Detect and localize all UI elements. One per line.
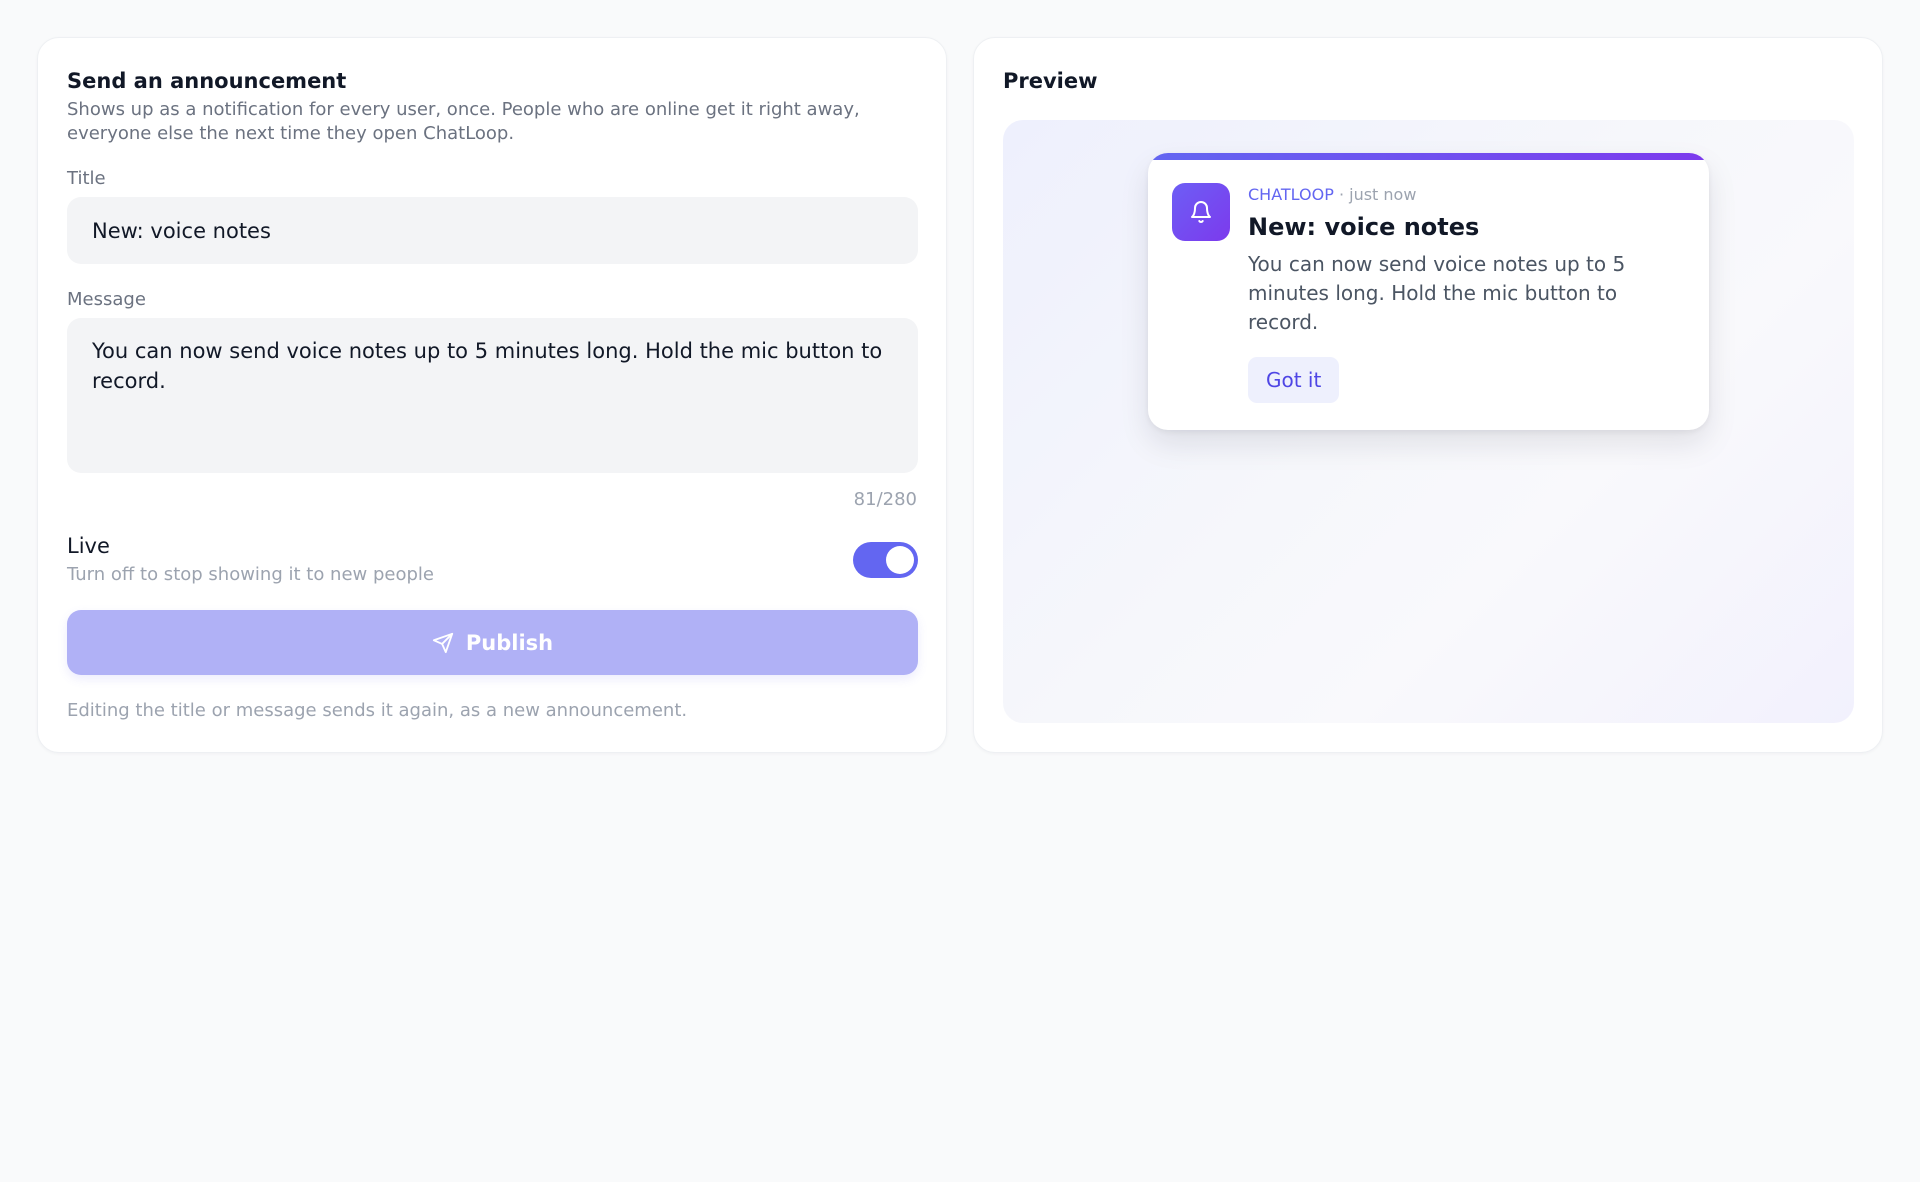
notification-app-name: CHATLOOP: [1248, 185, 1334, 204]
preview-heading: Preview: [1003, 69, 1098, 93]
live-description: Turn off to stop showing it to new peopl…: [67, 564, 434, 585]
composer-description: Shows up as a notification for every use…: [67, 99, 860, 144]
title-input[interactable]: [67, 197, 918, 264]
notification-accent-bar: [1148, 153, 1709, 160]
notification-meta: CHATLOOP · just now: [1248, 185, 1416, 204]
send-icon: [432, 632, 454, 654]
publish-button[interactable]: Publish: [67, 610, 918, 675]
notification-title: New: voice notes: [1248, 213, 1480, 241]
bell-icon: [1172, 183, 1230, 241]
message-label: Message: [67, 289, 146, 310]
publish-button-label: Publish: [465, 630, 554, 655]
character-count: 81/280: [853, 489, 917, 510]
live-toggle[interactable]: [853, 542, 918, 578]
toggle-knob: [886, 546, 914, 574]
title-label: Title: [67, 168, 106, 189]
notification-body: You can now send voice notes up to 5 min…: [1248, 252, 1626, 334]
notification-card: CHATLOOP · just now New: voice notes You…: [1148, 153, 1709, 430]
preview-stage: CHATLOOP · just now New: voice notes You…: [1003, 120, 1854, 723]
announcement-composer-panel: Send an announcement Shows up as a notif…: [37, 37, 947, 753]
got-it-button[interactable]: Got it: [1248, 357, 1340, 403]
notification-time: · just now: [1333, 185, 1417, 204]
message-textarea[interactable]: You can now send voice notes up to 5 min…: [67, 318, 918, 473]
live-label: Live: [67, 534, 110, 558]
preview-panel: Preview CHATLOOP · just now New: voice n…: [973, 37, 1883, 753]
edit-footnote: Editing the title or message sends it ag…: [67, 700, 688, 721]
composer-heading: Send an announcement: [67, 69, 347, 93]
